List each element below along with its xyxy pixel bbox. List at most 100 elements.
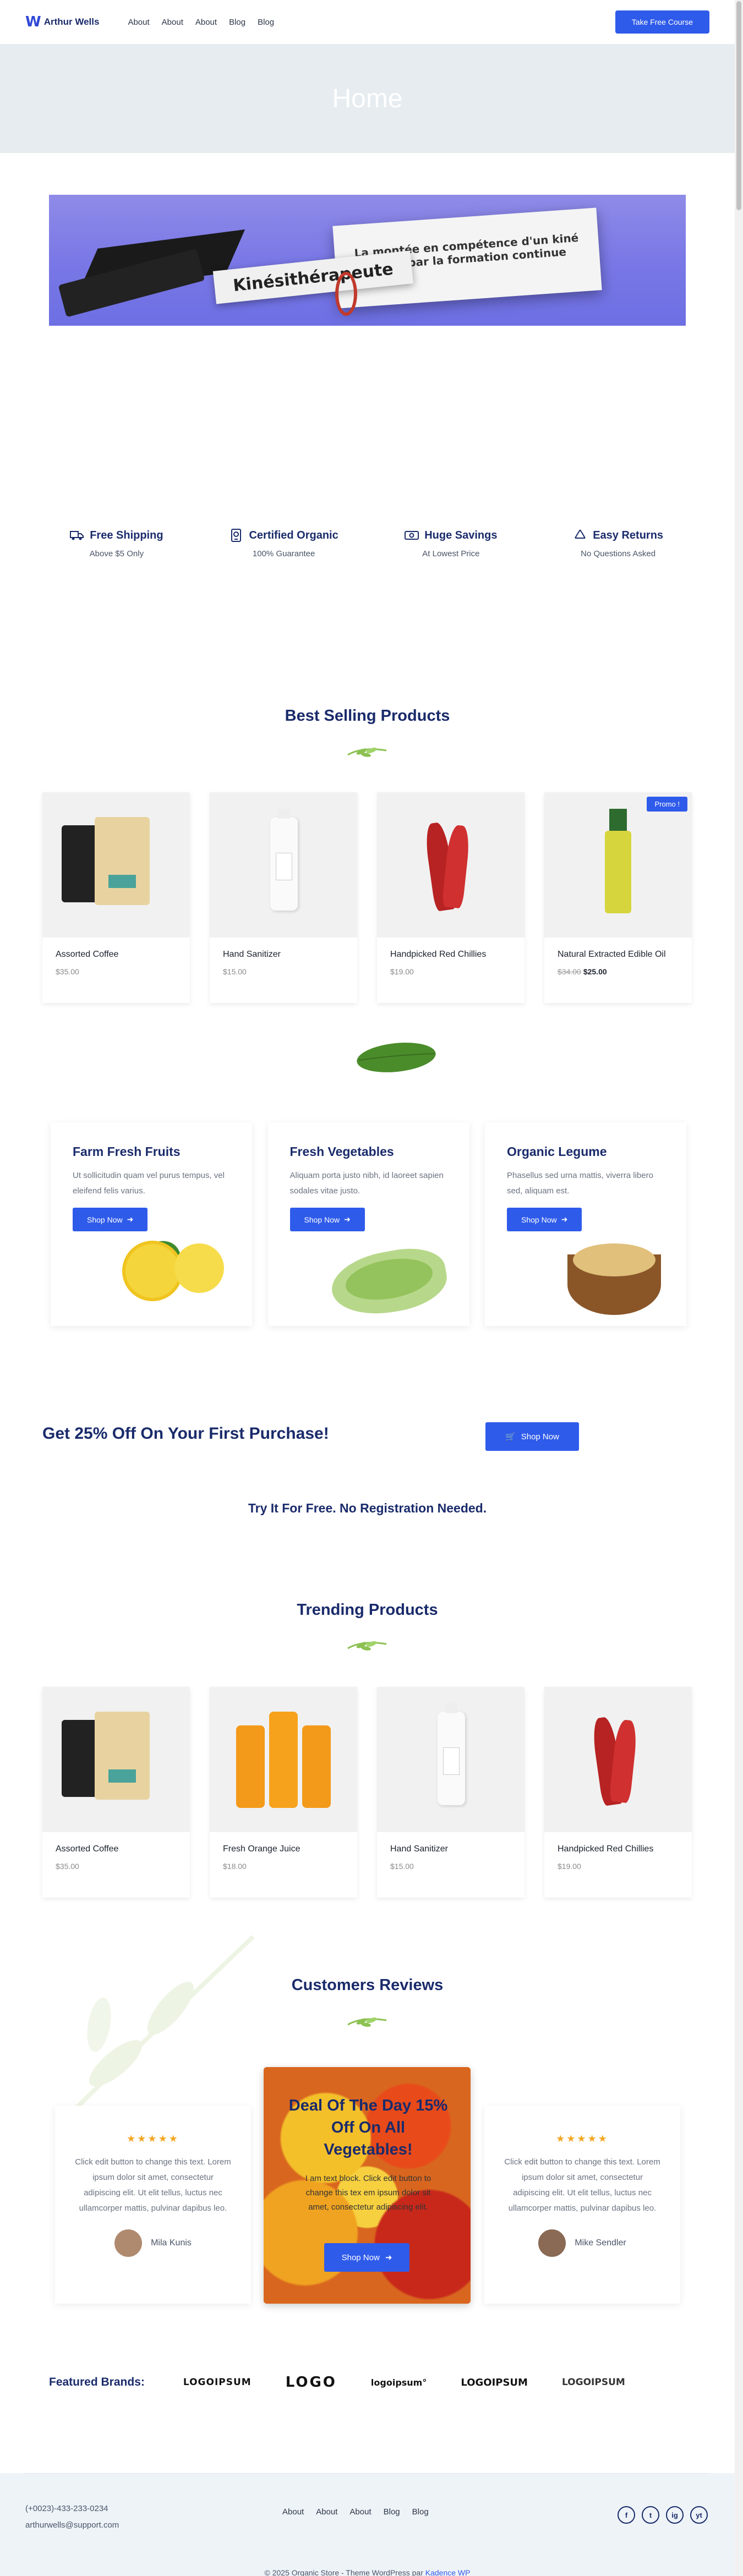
- trending-products: Assorted Coffee $35.00 Fresh Orange Juic…: [42, 1687, 692, 1898]
- take-free-course-button[interactable]: Take Free Course: [615, 10, 709, 34]
- avatar: [114, 2229, 143, 2257]
- deal-of-the-day: Deal Of The Day 15% Off On All Vegetable…: [264, 2067, 471, 2304]
- leaf-divider-icon: [347, 747, 387, 757]
- youtube-icon[interactable]: yt: [690, 2506, 708, 2524]
- footer-nav-item[interactable]: Blog: [384, 2507, 400, 2517]
- product-card[interactable]: Assorted Coffee $35.00: [42, 1687, 190, 1898]
- product-name[interactable]: Assorted Coffee: [56, 950, 190, 960]
- footer-phone[interactable]: (+0023)-433-233-0234: [25, 2501, 119, 2517]
- nav-item-blog[interactable]: Blog: [229, 18, 245, 27]
- nav-item-about[interactable]: About: [195, 18, 217, 27]
- product-image[interactable]: [42, 792, 190, 938]
- cart-icon: 🛒: [505, 1432, 516, 1442]
- product-card[interactable]: Fresh Orange Juice $18.00: [210, 1687, 357, 1898]
- feature-title: Free Shipping: [90, 529, 163, 541]
- product-name[interactable]: Handpicked Red Chillies: [390, 950, 525, 960]
- product-name[interactable]: Assorted Coffee: [56, 1844, 190, 1854]
- page-scrollbar[interactable]: [735, 0, 743, 2576]
- scrollbar-thumb[interactable]: [736, 1, 741, 210]
- product-name[interactable]: Hand Sanitizer: [390, 1844, 525, 1854]
- product-name[interactable]: Fresh Orange Juice: [223, 1844, 357, 1854]
- product-card[interactable]: Hand Sanitizer $15.00: [210, 792, 357, 1003]
- category-card-vegetables: Fresh Vegetables Aliquam porta justo nib…: [267, 1122, 469, 1326]
- author-name: Mila Kunis: [151, 2238, 192, 2248]
- best-selling-products: Assorted Coffee $35.00 Hand Sanitizer $1…: [42, 792, 692, 1003]
- nav-item-about[interactable]: About: [128, 18, 149, 27]
- instagram-icon[interactable]: ig: [666, 2506, 684, 2524]
- shop-now-button[interactable]: Shop Now ➜: [73, 1208, 148, 1231]
- footer-nav-item[interactable]: About: [282, 2507, 304, 2517]
- product-card[interactable]: Promo ! Natural Extracted Edible Oil $34…: [544, 792, 692, 1003]
- feature-item: Certified Organic 100% Guarantee: [207, 528, 361, 558]
- product-card[interactable]: Assorted Coffee $35.00: [42, 792, 190, 1003]
- hero-section: Home: [0, 44, 735, 153]
- product-price: $19.00: [390, 967, 414, 976]
- product-name[interactable]: Hand Sanitizer: [223, 950, 357, 960]
- feature-subtitle: No Questions Asked: [581, 549, 656, 558]
- nav-item-about[interactable]: About: [162, 18, 183, 27]
- category-card-legume: Organic Legume Phasellus sed urna mattis…: [485, 1122, 686, 1326]
- promo-tagline: Try It For Free. No Registration Needed.: [248, 1501, 487, 1515]
- deal-text: I am text block. Click edit button to ch…: [305, 2174, 431, 2212]
- product-card[interactable]: Hand Sanitizer $15.00: [377, 1687, 525, 1898]
- site-logo[interactable]: W Arthur Wells: [25, 14, 99, 30]
- social-links: f t ig yt: [618, 2506, 708, 2524]
- feature-item: Huge Savings At Lowest Price: [374, 528, 528, 558]
- featured-brands-label: Featured Brands:: [49, 2376, 145, 2388]
- promo-headline: Get 25% Off On Your First Purchase!: [42, 1424, 329, 1443]
- leaf-divider-icon: [347, 1641, 387, 1651]
- red-ribbon: [335, 272, 357, 316]
- category-title: Organic Legume: [507, 1144, 607, 1159]
- review-author: Mila Kunis: [75, 2229, 231, 2257]
- review-text: Click edit button to change this text. L…: [75, 2157, 231, 2213]
- product-name[interactable]: Handpicked Red Chillies: [558, 1844, 692, 1854]
- logo-icon: W: [25, 14, 41, 30]
- feature-title: Certified Organic: [249, 529, 338, 541]
- shop-now-button[interactable]: Shop Now ➜: [507, 1208, 582, 1231]
- footer-nav-item[interactable]: About: [316, 2507, 337, 2517]
- banner-image: La montée en compétence d'un kiné passe …: [49, 195, 686, 326]
- arrow-right-icon: ➜: [127, 1215, 134, 1224]
- product-image[interactable]: [544, 1687, 692, 1832]
- site-name: Arthur Wells: [43, 17, 100, 27]
- product-card[interactable]: Handpicked Red Chillies $19.00: [377, 792, 525, 1003]
- deal-title: Deal Of The Day 15% Off On All Vegetable…: [288, 2097, 448, 2158]
- twitter-icon[interactable]: t: [642, 2506, 659, 2524]
- review-card: ★★★★★ Click edit button to change this t…: [484, 2106, 680, 2304]
- shop-now-button[interactable]: Shop Now ➜: [324, 2243, 409, 2272]
- facebook-icon[interactable]: f: [618, 2506, 635, 2524]
- footer-contact: (+0023)-433-233-0234 arthurwells@support…: [25, 2501, 119, 2534]
- feature-subtitle: At Lowest Price: [422, 549, 480, 558]
- basil-leaf-icon: [357, 1043, 436, 1072]
- feature-item: Easy Returns No Questions Asked: [541, 528, 695, 558]
- decorative-branch-icon: [59, 1935, 255, 2125]
- review-card: ★★★★★ Click edit button to change this t…: [55, 2106, 251, 2304]
- product-image[interactable]: [210, 1687, 357, 1832]
- footer-nav-item[interactable]: About: [349, 2507, 371, 2517]
- category-cards: Farm Fresh Fruits Ut sollicitudin quam v…: [51, 1122, 686, 1326]
- feature-item: Free Shipping Above $5 Only: [40, 528, 194, 558]
- product-price: $35.00: [56, 967, 79, 976]
- nav-item-blog[interactable]: Blog: [258, 18, 274, 27]
- product-price: $18.00: [223, 1862, 247, 1871]
- badge-icon: [231, 529, 242, 542]
- product-image[interactable]: Promo !: [544, 792, 692, 938]
- brand-logo: logoipsum°: [370, 2377, 427, 2388]
- product-image[interactable]: [377, 792, 525, 938]
- category-card-fruits: Farm Fresh Fruits Ut sollicitudin quam v…: [51, 1122, 252, 1326]
- product-image[interactable]: [377, 1687, 525, 1832]
- shop-now-button[interactable]: 🛒 Shop Now: [485, 1422, 579, 1451]
- product-image[interactable]: [210, 792, 357, 938]
- theme-link[interactable]: Kadence WP: [425, 2568, 471, 2576]
- feature-title: Huge Savings: [424, 529, 498, 541]
- footer-nav-item[interactable]: Blog: [412, 2507, 429, 2517]
- product-image[interactable]: [42, 1687, 190, 1832]
- product-name[interactable]: Natural Extracted Edible Oil: [558, 950, 692, 960]
- footer-email[interactable]: arthurwells@support.com: [25, 2517, 119, 2534]
- product-card[interactable]: Handpicked Red Chillies $19.00: [544, 1687, 692, 1898]
- footer-nav: About About About Blog Blog: [282, 2507, 429, 2517]
- leaf-divider-icon: [347, 2017, 387, 2027]
- copyright: © 2025 Organic Store - Theme WordPress p…: [0, 2568, 735, 2576]
- shop-now-button[interactable]: Shop Now ➜: [289, 1208, 365, 1231]
- brand-logo: LOGO: [285, 2374, 337, 2391]
